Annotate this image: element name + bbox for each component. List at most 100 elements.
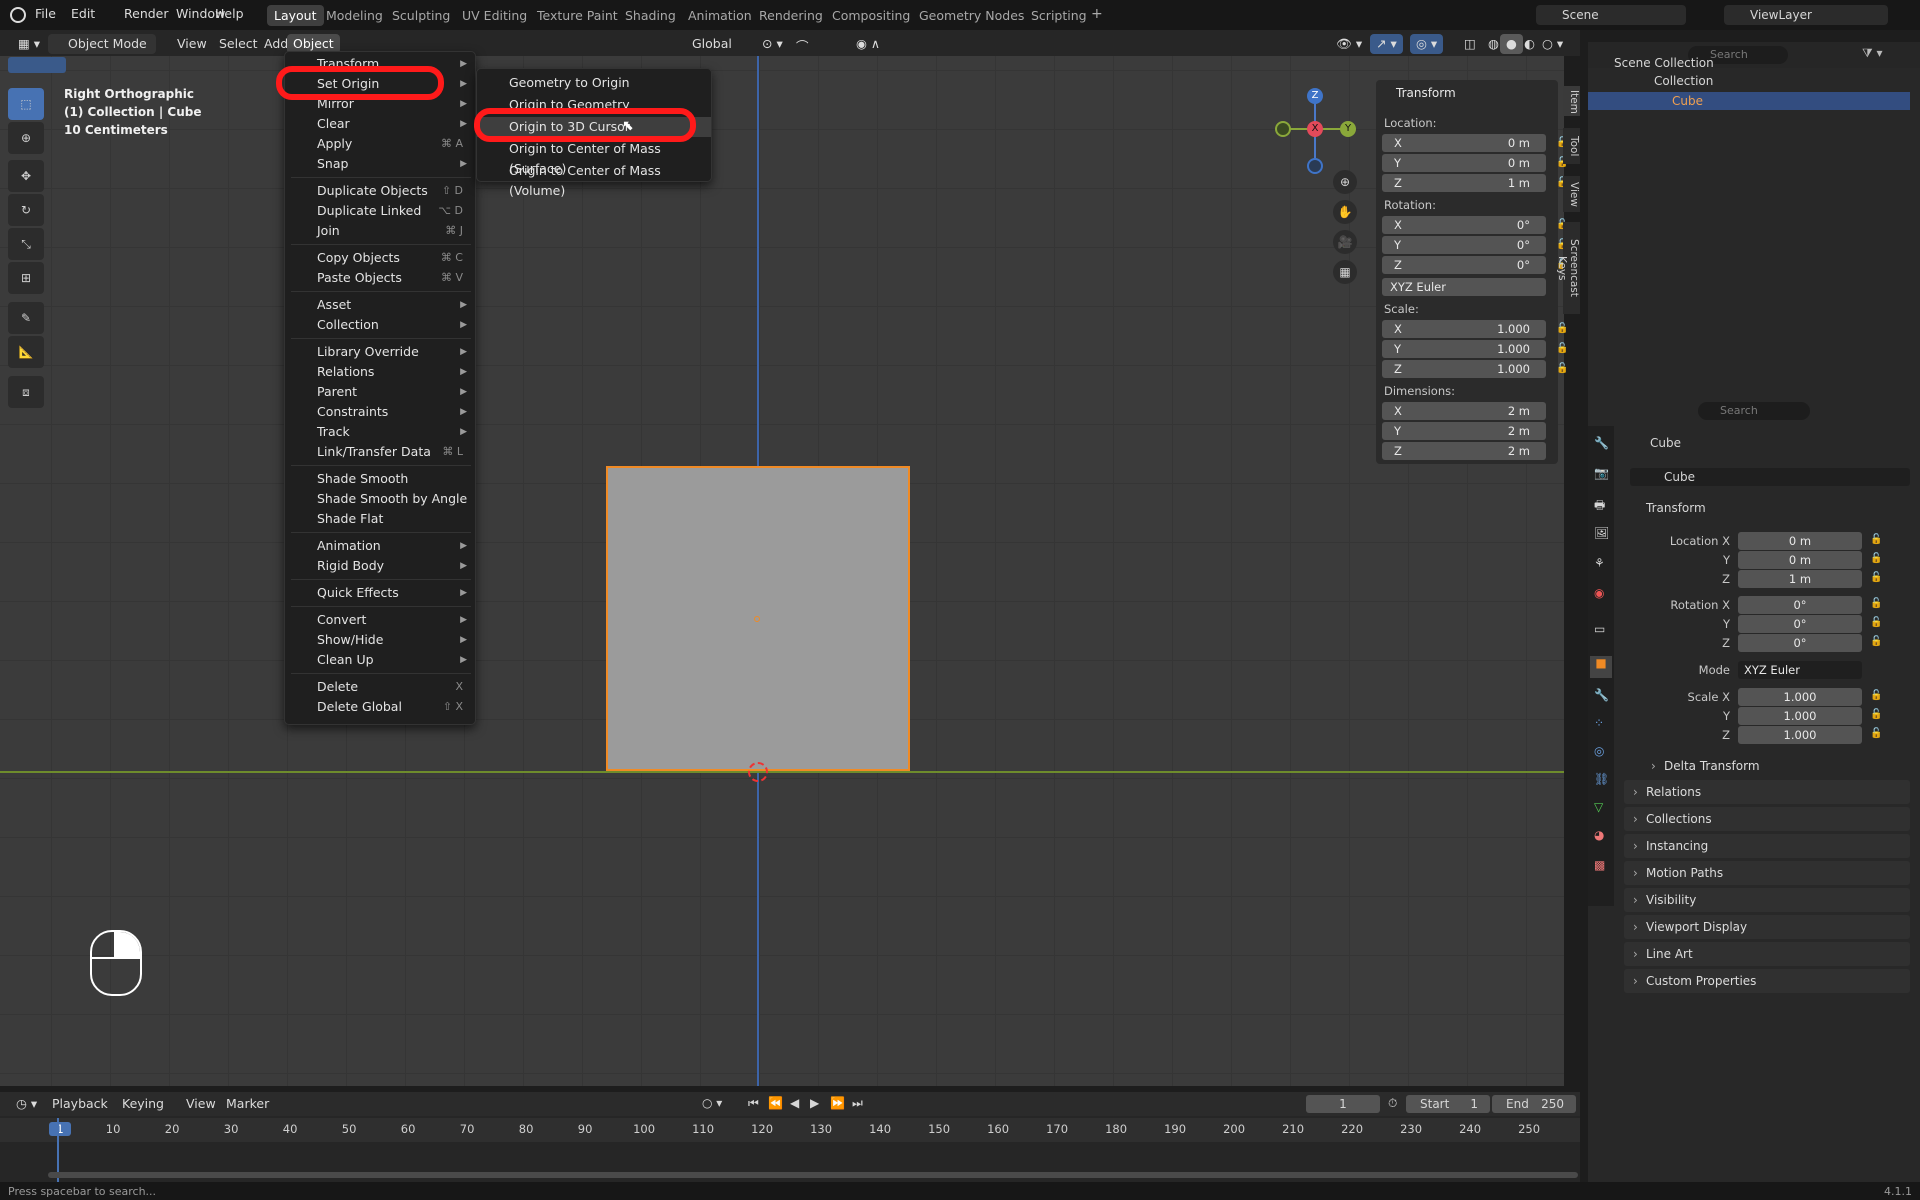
dimensions-z-field[interactable]: Z 2 m <box>1382 442 1546 460</box>
lock-icon[interactable]: 🔓 <box>1870 636 1882 647</box>
marker-menu[interactable]: Marker <box>220 1094 275 1114</box>
ortho-grid-icon[interactable]: ▦ <box>1333 260 1357 284</box>
proportional-edit-icon[interactable]: ◉ ∧ <box>850 34 886 54</box>
end-frame-field[interactable]: End 250 <box>1492 1095 1576 1113</box>
world-tab-icon[interactable]: ◉ <box>1594 586 1604 600</box>
tab-modeling[interactable]: Modeling <box>319 5 390 26</box>
editor-type-button[interactable]: ▦ ▾ <box>12 34 46 54</box>
y-axis-icon[interactable]: Y <box>1340 121 1356 137</box>
playback-menu[interactable]: Playback <box>46 1094 114 1114</box>
tab-shading[interactable]: Shading <box>618 5 683 26</box>
stopwatch-icon[interactable]: ⏱ <box>1388 1096 1397 1111</box>
rotation-x-field[interactable]: X0°🔓 <box>1382 216 1568 234</box>
sidebar-tab-view[interactable]: View <box>1563 176 1580 212</box>
view-layer-tab-icon[interactable]: 🖼 <box>1594 526 1609 540</box>
data-tab-icon[interactable]: ▽ <box>1594 800 1603 814</box>
location-z-field[interactable]: Z1 m🔓 <box>1382 174 1568 192</box>
menu-item-convert[interactable]: Convert ▶ <box>285 610 475 630</box>
neg-z-axis-icon[interactable] <box>1307 158 1323 174</box>
tab-compositing[interactable]: Compositing <box>825 5 917 26</box>
gizmo-toggle-icon[interactable]: ↗ ▾ <box>1370 34 1403 54</box>
measure-tool-icon[interactable]: 📐 <box>8 336 44 368</box>
particles-tab-icon[interactable]: ⁘ <box>1594 716 1604 730</box>
menu-item-duplicate-linked[interactable]: Duplicate Linked ⌥ D <box>285 201 475 221</box>
prop-scale-x-field[interactable]: 1.000 <box>1738 688 1862 706</box>
object-tab-icon[interactable]: ■ <box>1590 656 1612 678</box>
menu-item-rigid-body[interactable]: Rigid Body ▶ <box>285 556 475 576</box>
physics-tab-icon[interactable]: ◎ <box>1594 744 1604 758</box>
rendered-shading-icon[interactable]: ○ ▾ <box>1536 34 1569 54</box>
section-delta-transform[interactable]: Delta Transform <box>1642 754 1910 778</box>
jump-end-icon[interactable]: ⏭ <box>852 1096 863 1111</box>
prop-mode-dropdown[interactable]: XYZ Euler <box>1738 661 1862 679</box>
modifier-tab-icon[interactable]: 🔧 <box>1594 688 1609 702</box>
object-name-field[interactable]: Cube <box>1630 468 1910 486</box>
output-tab-icon[interactable]: 🖶 <box>1594 496 1605 517</box>
annotate-tool-icon[interactable]: ✎ <box>8 302 44 334</box>
menu-edit[interactable]: Edit <box>71 6 95 21</box>
menu-item-shade-smooth-by-angle[interactable]: Shade Smooth by Angle <box>285 489 475 509</box>
tab-animation[interactable]: Animation <box>681 5 759 26</box>
lock-icon[interactable]: 🔓 <box>1870 553 1882 564</box>
dimensions-y-field[interactable]: Y 2 m <box>1382 422 1546 440</box>
menu-render[interactable]: Render <box>124 6 169 21</box>
menu-item-track[interactable]: Track ▶ <box>285 422 475 442</box>
frame-ruler[interactable]: 1 10 20 30 40 50 60 70 80 90 100 110 120 130 140 150 160… <box>0 1118 1580 1142</box>
prev-keyframe-icon[interactable]: ⏪ <box>768 1096 783 1110</box>
menu-item-quick-effects[interactable]: Quick Effects ▶ <box>285 583 475 603</box>
collection-tab-icon[interactable]: ▭ <box>1594 622 1605 636</box>
location-y-field[interactable]: Y0 m🔓 <box>1382 154 1568 172</box>
start-frame-field[interactable]: Start 1 <box>1406 1095 1490 1113</box>
menu-item-shade-flat[interactable]: Shade Flat <box>285 509 475 529</box>
lock-icon[interactable]: 🔓 <box>1870 572 1882 583</box>
submenu-item-origin-to-center-of-mass-volume[interactable]: Origin to Center of Mass (Volume) <box>477 161 711 198</box>
material-tab-icon[interactable]: ◕ <box>1594 828 1604 842</box>
menu-item-animation[interactable]: Animation ▶ <box>285 536 475 556</box>
pan-hand-icon[interactable]: ✋ <box>1333 200 1357 224</box>
scene-selector[interactable]: Scene <box>1536 5 1686 25</box>
camera-view-icon[interactable]: 🎥 <box>1333 230 1357 254</box>
section-line-art[interactable]: Line Art <box>1624 942 1910 966</box>
collection-row[interactable]: Collection <box>1628 72 1918 90</box>
constraints-tab-icon[interactable]: ⛓ <box>1594 772 1609 786</box>
select-box-tool-icon[interactable]: ⬚ <box>8 88 44 120</box>
render-tab-icon[interactable]: 📷 <box>1594 466 1609 480</box>
menu-item-delete-global[interactable]: Delete Global ⇧ X <box>285 697 475 717</box>
z-axis-icon[interactable]: Z <box>1307 88 1323 104</box>
lock-icon[interactable]: 🔓 <box>1870 709 1882 720</box>
menu-item-apply[interactable]: Apply ⌘ A <box>285 134 475 154</box>
lock-icon[interactable]: 🔓 <box>1870 690 1882 701</box>
timeline-editor-icon[interactable]: ◷ ▾ <box>10 1094 43 1114</box>
keying-menu[interactable]: Keying <box>116 1094 170 1114</box>
dimensions-x-field[interactable]: X 2 m <box>1382 402 1546 420</box>
tab-scripting[interactable]: Scripting <box>1024 5 1094 26</box>
submenu-item-origin-to-center-of-mass-surface[interactable]: Origin to Center of Mass (Surface) <box>477 139 711 176</box>
snap-icon[interactable]: ⌒ <box>790 34 815 54</box>
select-mode-buttons[interactable] <box>8 57 66 73</box>
prop-rotation-y-field[interactable]: 0° <box>1738 615 1862 633</box>
lock-icon[interactable]: 🔓 <box>1870 534 1882 545</box>
menu-item-library-override[interactable]: Library Override ▶ <box>285 342 475 362</box>
section-visibility[interactable]: Visibility <box>1624 888 1910 912</box>
menu-item-relations[interactable]: Relations ▶ <box>285 362 475 382</box>
menu-item-link-transfer-data[interactable]: Link/Transfer Data ⌘ L <box>285 442 475 462</box>
tab-sculpting[interactable]: Sculpting <box>385 5 457 26</box>
lock-icon[interactable]: 🔓 <box>1870 617 1882 628</box>
tab-geometry-nodes[interactable]: Geometry Nodes <box>912 5 1031 26</box>
jump-start-icon[interactable]: ⏮ <box>748 1096 759 1111</box>
pivot-icon[interactable]: ⊙ ▾ <box>756 34 789 54</box>
menu-item-copy-objects[interactable]: Copy Objects ⌘ C <box>285 248 475 268</box>
rotation-z-field[interactable]: Z0°🔓 <box>1382 256 1568 274</box>
move-tool-icon[interactable]: ✥ <box>8 160 44 192</box>
submenu-item-geometry-to-origin[interactable]: Geometry to Origin <box>477 73 711 93</box>
menu-item-clear[interactable]: Clear ▶ <box>285 114 475 134</box>
zoom-icon[interactable]: ⊕ <box>1333 170 1357 194</box>
orientation-dropdown[interactable]: Global <box>670 34 746 54</box>
sidebar-tab-screencast-keys[interactable]: Screencast Keys <box>1556 222 1580 314</box>
properties-search-input[interactable]: Search <box>1698 402 1810 420</box>
transform-section-header[interactable]: Transform <box>1624 496 1910 520</box>
x-axis-icon[interactable]: X <box>1307 121 1323 137</box>
rotate-tool-icon[interactable]: ↻ <box>8 194 44 226</box>
timeline-scrollbar[interactable] <box>48 1172 1578 1178</box>
scene-tab-icon[interactable]: ⚘ <box>1594 556 1605 570</box>
